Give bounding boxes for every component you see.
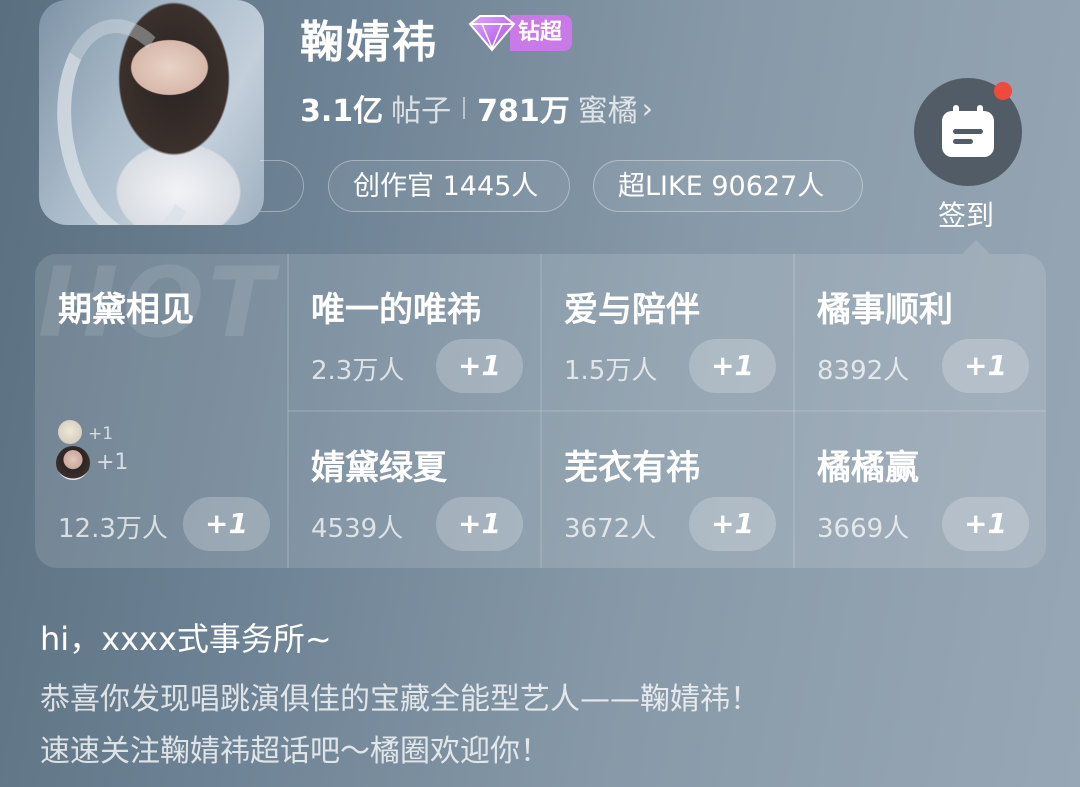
tag-pill-partial[interactable] bbox=[260, 160, 304, 212]
topic-count: 1.5万人 bbox=[564, 356, 658, 386]
superlike-tag[interactable]: 超LIKE 90627人 bbox=[593, 160, 863, 212]
page-title: 鞠婧祎 bbox=[300, 17, 438, 68]
topic-title[interactable]: 橘事顺利 bbox=[817, 282, 953, 331]
fans-label[interactable]: 蜜橘 bbox=[578, 86, 638, 130]
intro-line: 速速关注鞠婧祎超话吧～橘圈欢迎你！ bbox=[40, 734, 550, 769]
intro-line: 恭喜你发现唱跳演俱佳的宝藏全能型艺人——鞠婧祎！ bbox=[40, 682, 760, 717]
diamond-icon bbox=[466, 14, 516, 52]
plus-one-button[interactable]: +1 bbox=[942, 497, 1029, 551]
topic-count: 8392人 bbox=[817, 356, 910, 386]
grid-divider bbox=[288, 410, 1046, 412]
plus-one-button[interactable]: +1 bbox=[689, 339, 776, 393]
plus-one-button[interactable]: +1 bbox=[436, 339, 523, 393]
participant-plus: +1 bbox=[88, 424, 114, 444]
topic-count: 3672人 bbox=[564, 514, 657, 544]
avatar-ornament bbox=[40, 7, 216, 225]
fans-count[interactable]: 781万 bbox=[477, 86, 570, 130]
posts-count: 3.1亿 bbox=[300, 94, 384, 129]
plus-one-button[interactable]: +1 bbox=[183, 497, 270, 551]
plus-one-button[interactable]: +1 bbox=[942, 339, 1029, 393]
checkin-label[interactable]: 签到 bbox=[938, 194, 994, 234]
featured-topic-count: 12.3万人 bbox=[58, 514, 168, 544]
divider bbox=[463, 97, 466, 119]
topic-count: 4539人 bbox=[311, 514, 404, 544]
participant-avatar bbox=[56, 446, 90, 480]
stats-row: 3.1亿 帖子 781万 蜜橘 › bbox=[300, 86, 653, 130]
badge-label: 钻超 bbox=[510, 15, 573, 51]
featured-topic-title[interactable]: 期黛相见 bbox=[58, 282, 194, 331]
avatar[interactable] bbox=[39, 0, 264, 225]
participant-plus: +1 bbox=[96, 450, 129, 475]
participant-avatar bbox=[58, 420, 82, 444]
topic-title[interactable]: 橘橘赢 bbox=[817, 440, 919, 489]
topic-title[interactable]: 芜衣有祎 bbox=[564, 440, 700, 489]
topic-title[interactable]: 爱与陪伴 bbox=[564, 282, 700, 331]
topic-count: 3669人 bbox=[817, 514, 910, 544]
plus-one-button[interactable]: +1 bbox=[436, 497, 523, 551]
topic-count: 2.3万人 bbox=[311, 356, 405, 386]
calendar-icon bbox=[942, 105, 994, 157]
topic-title[interactable]: 唯一的唯祎 bbox=[311, 282, 481, 331]
topic-title[interactable]: 婧黛绿夏 bbox=[311, 440, 447, 489]
creator-tag[interactable]: 创作官 1445人 bbox=[328, 160, 570, 212]
level-badge[interactable]: 钻超 bbox=[466, 14, 573, 52]
greeting-text: hi，xxxx式事务所~ bbox=[40, 620, 332, 658]
posts-label: 帖子 bbox=[391, 94, 452, 129]
grid-pointer bbox=[962, 240, 990, 254]
chevron-right-icon[interactable]: › bbox=[642, 92, 653, 125]
plus-one-button[interactable]: +1 bbox=[689, 497, 776, 551]
notification-dot bbox=[994, 82, 1012, 100]
